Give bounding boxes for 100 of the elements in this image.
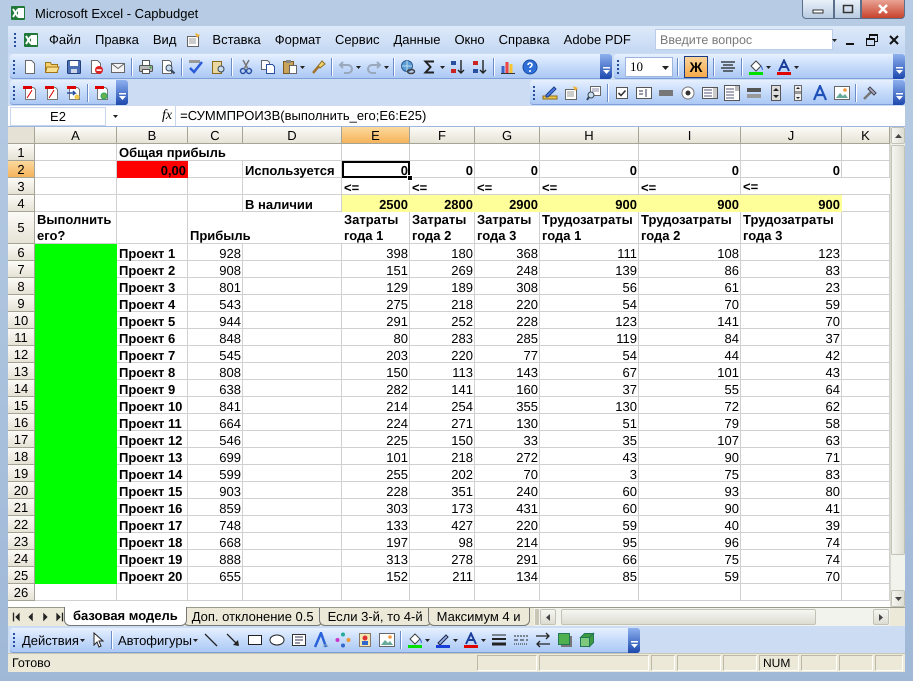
row-header[interactable]: 22: [8, 516, 35, 533]
row-header[interactable]: 4: [8, 195, 35, 212]
sheet-tab[interactable]: базовая модель: [64, 607, 187, 626]
scissors-icon[interactable]: [238, 58, 254, 74]
column-header[interactable]: B: [117, 127, 188, 144]
toolbar-options-icon[interactable]: [602, 67, 610, 75]
shadow-icon[interactable]: [556, 632, 573, 648]
image-icon[interactable]: [834, 84, 850, 100]
column-header[interactable]: C: [188, 127, 243, 144]
combo-box-icon[interactable]: [724, 84, 740, 100]
align-center-icon[interactable]: [720, 58, 736, 74]
image-icon[interactable]: [378, 632, 395, 648]
fill-handle[interactable]: [407, 175, 413, 181]
formula-field[interactable]: =СУММПРОИЗВ(выполнить_его;E6:E25): [175, 106, 905, 126]
row-header[interactable]: 10: [8, 312, 35, 329]
column-header[interactable]: I: [639, 127, 741, 144]
toolbar-grip[interactable]: [13, 30, 17, 48]
pdf-review-icon[interactable]: [94, 84, 110, 100]
toolbar-grip[interactable]: [12, 58, 16, 76]
toolbar-grip[interactable]: [532, 84, 536, 102]
row-header[interactable]: 19: [8, 465, 35, 482]
font-size-field[interactable]: 10: [625, 56, 673, 76]
toolbar-grip[interactable]: [12, 631, 16, 649]
menu-item[interactable]: Adobe PDF: [556, 30, 638, 49]
help-icon[interactable]: [522, 58, 538, 74]
bold-button[interactable]: Ж: [684, 56, 708, 78]
toolbar-options-icon[interactable]: [118, 93, 126, 101]
row-header[interactable]: 11: [8, 329, 35, 346]
row-header[interactable]: 1: [8, 144, 35, 161]
printer-icon[interactable]: [138, 58, 154, 74]
wordart-icon[interactable]: [312, 632, 329, 648]
spreadsheet-icon[interactable]: [23, 32, 39, 48]
menu-item[interactable]: Вид: [146, 30, 184, 49]
toolbar-options-button[interactable]: [600, 54, 612, 79]
design-mode-icon[interactable]: [542, 84, 558, 100]
row-header[interactable]: 13: [8, 363, 35, 380]
insert-function-button[interactable]: fx: [159, 108, 176, 124]
line-icon[interactable]: [202, 632, 219, 648]
minimize-button[interactable]: [802, 0, 834, 19]
row-header[interactable]: 24: [8, 550, 35, 567]
list-box-icon[interactable]: [702, 84, 718, 100]
clip-art-icon[interactable]: [356, 632, 373, 648]
oval-icon[interactable]: [268, 632, 285, 648]
column-header[interactable]: K: [842, 127, 890, 144]
close-button[interactable]: [861, 0, 905, 19]
clipboard-icon[interactable]: [282, 58, 298, 74]
menu-item[interactable]: Формат: [268, 30, 328, 49]
sheet-tab[interactable]: Если 3-й, то 4-й: [318, 608, 432, 626]
spin-button-icon[interactable]: [768, 84, 784, 100]
toolbar-options-button[interactable]: [893, 80, 905, 105]
row-header[interactable]: 26: [8, 584, 35, 601]
label-icon[interactable]: [812, 84, 828, 100]
cube-icon[interactable]: [578, 632, 595, 648]
row-header[interactable]: 6: [8, 244, 35, 261]
line-color-icon[interactable]: [434, 632, 451, 648]
toolbar-options-icon[interactable]: [896, 93, 902, 101]
maximize-button[interactable]: [834, 0, 861, 19]
row-header[interactable]: 18: [8, 448, 35, 465]
menu-item[interactable]: Правка: [88, 30, 146, 49]
scroll-right-button[interactable]: [873, 609, 889, 625]
scroll-down-button[interactable]: [891, 590, 905, 607]
properties-icon[interactable]: [564, 84, 580, 100]
text-box-icon[interactable]: [290, 632, 307, 648]
actions-menu-button[interactable]: Действия: [19, 632, 81, 648]
column-header[interactable]: G: [475, 127, 540, 144]
arrow-icon[interactable]: [224, 632, 241, 648]
column-header[interactable]: E: [342, 127, 410, 144]
tools-icon[interactable]: [862, 84, 878, 100]
arrow-style-icon[interactable]: [534, 632, 551, 648]
scrollbar-thumb[interactable]: [560, 609, 816, 625]
spell-check-icon[interactable]: [188, 58, 204, 74]
new-document-icon[interactable]: [22, 58, 38, 74]
line-style-icon[interactable]: [490, 632, 507, 648]
paintbrush-icon[interactable]: [310, 58, 326, 74]
row-header[interactable]: 15: [8, 397, 35, 414]
checkbox-icon[interactable]: [614, 84, 630, 100]
column-header[interactable]: H: [540, 127, 639, 144]
row-header[interactable]: 20: [8, 482, 35, 499]
left-arrow-icon[interactable]: [546, 614, 550, 620]
scroll-up-button[interactable]: [891, 127, 905, 144]
help-search-field[interactable]: Введите вопрос: [655, 29, 833, 50]
menu-item[interactable]: Справка: [492, 30, 557, 49]
radio-button-icon[interactable]: [680, 84, 696, 100]
row-header[interactable]: 5: [8, 212, 35, 244]
menu-item[interactable]: Сервис: [328, 30, 386, 49]
row-header[interactable]: 12: [8, 346, 35, 363]
row-header[interactable]: 2: [8, 161, 35, 178]
pdf-document-icon[interactable]: [22, 84, 38, 100]
column-header[interactable]: D: [243, 127, 342, 144]
sort-ascending-icon[interactable]: [450, 58, 466, 74]
menu-item[interactable]: Вставка: [205, 30, 268, 49]
row-header[interactable]: 7: [8, 261, 35, 278]
font-color-icon[interactable]: [462, 632, 479, 648]
menu-item[interactable]: Окно: [447, 30, 492, 49]
row-header[interactable]: 17: [8, 431, 35, 448]
globe-icon[interactable]: [400, 58, 416, 74]
diagram-icon[interactable]: [334, 632, 351, 648]
up-arrow-icon[interactable]: [894, 134, 902, 138]
pdf-document-icon[interactable]: [44, 84, 60, 100]
rectangle-icon[interactable]: [246, 632, 263, 648]
